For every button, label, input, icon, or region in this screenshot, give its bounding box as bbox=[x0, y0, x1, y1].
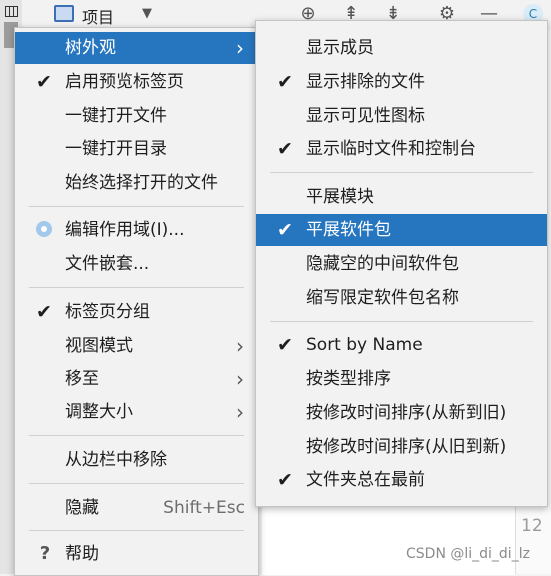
editor-content[interactable] bbox=[262, 505, 515, 575]
checkmark-icon: ✔ bbox=[36, 71, 52, 93]
menu-separator bbox=[29, 530, 244, 531]
menu-item-abbreviate-package-names[interactable]: 缩写限定软件包名称 bbox=[256, 282, 547, 314]
menu-item-label: Sort by Name bbox=[306, 335, 423, 355]
menu-item-show-visibility-icons[interactable]: 显示可见性图标 bbox=[256, 100, 547, 132]
menu-item-open-dir-single-click[interactable]: 一键打开目录 bbox=[15, 133, 258, 165]
menu-item-flatten-packages[interactable]: ✔ 平展软件包 bbox=[256, 214, 547, 246]
menu-item-folders-always-on-top[interactable]: ✔ 文件夹总在最前 bbox=[256, 464, 547, 496]
menu-separator bbox=[29, 287, 244, 288]
menu-item-flatten-modules[interactable]: 平展模块 bbox=[256, 181, 547, 213]
menu-separator bbox=[270, 172, 533, 173]
menu-item-label: 隐藏空的中间软件包 bbox=[306, 254, 459, 274]
context-menu: 树外观 › ✔ 启用预览标签页 一键打开文件 一键打开目录 始终选择打开的文件 … bbox=[14, 27, 259, 576]
menu-item-file-nesting[interactable]: 文件嵌套... bbox=[15, 248, 258, 280]
checkmark-icon: ✔ bbox=[277, 469, 293, 491]
menu-item-show-scratch-files[interactable]: ✔ 显示临时文件和控制台 bbox=[256, 133, 547, 165]
menu-item-label: 显示成员 bbox=[306, 38, 374, 58]
menu-item-enable-preview-tab[interactable]: ✔ 启用预览标签页 bbox=[15, 66, 258, 98]
radio-selected-icon bbox=[36, 221, 52, 237]
menu-item-label: 帮助 bbox=[65, 544, 99, 564]
menu-item-sort-by-name[interactable]: ✔ Sort by Name bbox=[256, 329, 547, 361]
line-number: 12 bbox=[521, 516, 543, 536]
menu-item-move-to[interactable]: 移至 › bbox=[15, 363, 258, 395]
menu-item-always-select-opened[interactable]: 始终选择打开的文件 bbox=[15, 167, 258, 199]
chevron-right-icon: › bbox=[236, 36, 244, 60]
menu-item-sort-by-modified-newest[interactable]: 按修改时间排序(从新到旧) bbox=[256, 397, 547, 429]
chevron-right-icon: › bbox=[236, 367, 244, 391]
menu-item-label: 视图模式 bbox=[65, 336, 133, 356]
checkmark-icon: ✔ bbox=[277, 71, 293, 93]
checkmark-icon: ✔ bbox=[277, 334, 293, 356]
menu-item-label: 按修改时间排序(从新到旧) bbox=[306, 403, 507, 423]
menu-item-label: 标签页分组 bbox=[65, 302, 150, 322]
menu-separator bbox=[270, 321, 533, 322]
menu-item-label: 树外观 bbox=[65, 38, 116, 58]
menu-item-hide[interactable]: 隐藏 Shift+Esc bbox=[15, 492, 258, 524]
menu-separator bbox=[29, 435, 244, 436]
menu-item-tree-appearance[interactable]: 树外观 › bbox=[15, 32, 258, 64]
menu-item-label: 缩写限定软件包名称 bbox=[306, 288, 459, 308]
chevron-right-icon: › bbox=[236, 400, 244, 424]
menu-item-show-excluded-files[interactable]: ✔ 显示排除的文件 bbox=[256, 66, 547, 98]
menu-item-label: 平展软件包 bbox=[306, 220, 391, 240]
menu-item-label: 启用预览标签页 bbox=[65, 72, 184, 92]
project-tool-icon[interactable] bbox=[5, 6, 18, 17]
menu-item-edit-scopes[interactable]: 编辑作用域(I)... bbox=[15, 214, 258, 246]
menu-item-label: 平展模块 bbox=[306, 187, 374, 207]
menu-item-label: 从边栏中移除 bbox=[65, 450, 167, 470]
menu-item-view-mode[interactable]: 视图模式 › bbox=[15, 330, 258, 362]
checkmark-icon: ✔ bbox=[36, 301, 52, 323]
project-folder-icon bbox=[54, 5, 74, 22]
menu-item-label: 始终选择打开的文件 bbox=[65, 173, 218, 193]
menu-separator bbox=[29, 206, 244, 207]
help-icon: ? bbox=[39, 543, 51, 564]
menu-item-label: 隐藏 bbox=[65, 498, 99, 518]
menu-item-label: 显示排除的文件 bbox=[306, 72, 425, 92]
menu-item-label: 一键打开文件 bbox=[65, 106, 167, 126]
menu-item-tab-grouping[interactable]: ✔ 标签页分组 bbox=[15, 296, 258, 328]
menu-item-label: 文件嵌套... bbox=[65, 254, 150, 274]
menu-item-label: 按类型排序 bbox=[306, 369, 391, 389]
chevron-right-icon: › bbox=[236, 334, 244, 358]
menu-separator bbox=[29, 483, 244, 484]
menu-item-resize[interactable]: 调整大小 › bbox=[15, 396, 258, 428]
menu-item-remove-from-sidebar[interactable]: 从边栏中移除 bbox=[15, 444, 258, 476]
project-title[interactable]: 项目 bbox=[82, 4, 114, 28]
tree-appearance-submenu: 显示成员 ✔ 显示排除的文件 显示可见性图标 ✔ 显示临时文件和控制台 平展模块… bbox=[255, 20, 548, 507]
menu-item-label: 文件夹总在最前 bbox=[306, 470, 425, 490]
menu-item-label: 显示可见性图标 bbox=[306, 106, 425, 126]
menu-item-label: 按修改时间排序(从旧到新) bbox=[306, 437, 507, 457]
menu-item-label: 编辑作用域(I)... bbox=[65, 220, 185, 240]
menu-item-label: 调整大小 bbox=[65, 402, 133, 422]
menu-item-sort-by-type[interactable]: 按类型排序 bbox=[256, 363, 547, 395]
chevron-down-icon[interactable]: ▼ bbox=[142, 6, 152, 21]
watermark: CSDN @li_di_di_lz bbox=[406, 546, 530, 562]
menu-item-show-members[interactable]: 显示成员 bbox=[256, 32, 547, 64]
shortcut-label: Shift+Esc bbox=[163, 498, 245, 518]
checkmark-icon: ✔ bbox=[277, 219, 293, 241]
menu-item-hide-empty-middle-packages[interactable]: 隐藏空的中间软件包 bbox=[256, 248, 547, 280]
menu-item-open-file-single-click[interactable]: 一键打开文件 bbox=[15, 100, 258, 132]
menu-item-sort-by-modified-oldest[interactable]: 按修改时间排序(从旧到新) bbox=[256, 431, 547, 463]
checkmark-icon: ✔ bbox=[277, 138, 293, 160]
menu-item-label: 一键打开目录 bbox=[65, 139, 167, 159]
menu-item-label: 移至 bbox=[65, 369, 99, 389]
menu-item-help[interactable]: ? 帮助 bbox=[15, 538, 258, 570]
menu-item-label: 显示临时文件和控制台 bbox=[306, 139, 476, 159]
